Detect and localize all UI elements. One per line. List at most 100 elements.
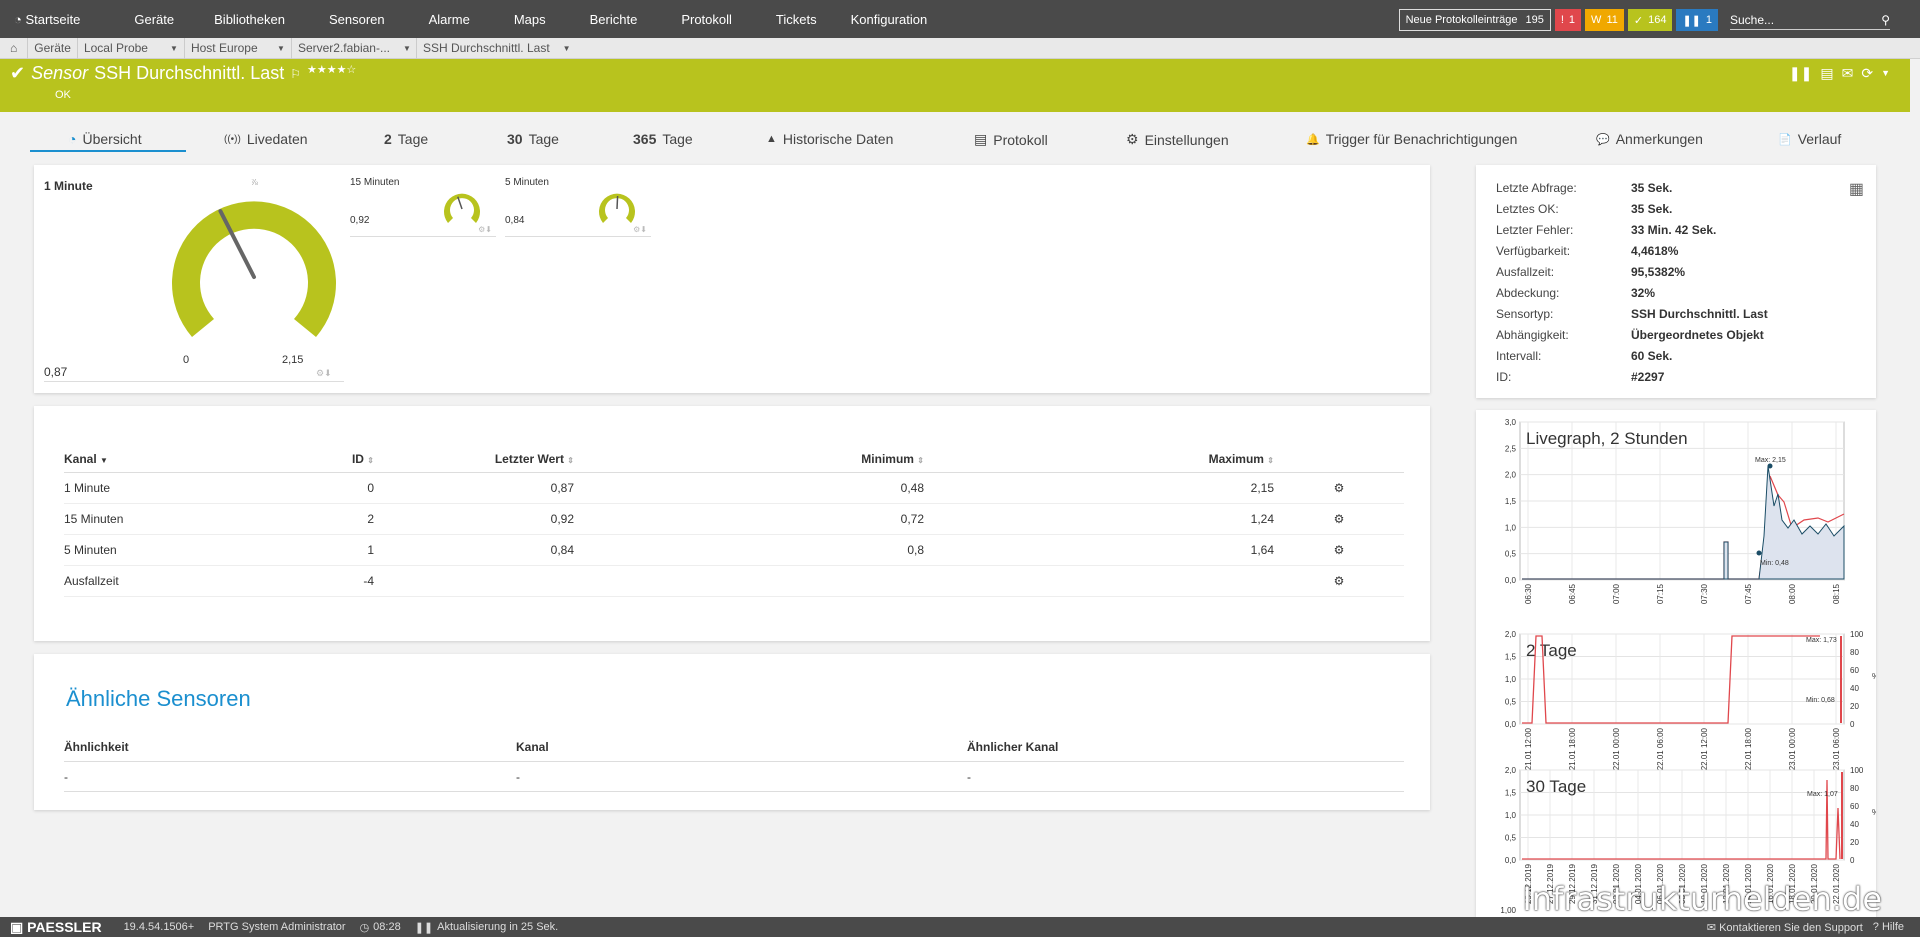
col-letzter-wert[interactable]: Letzter Wert ⇕: [374, 446, 574, 473]
info-key: Letzter Fehler:: [1496, 222, 1574, 237]
channel-settings-icon[interactable]: ⚙: [1274, 503, 1404, 535]
y-tick-label: 2,0: [1505, 471, 1517, 480]
table-cell: 0,87: [374, 472, 574, 504]
table-cell: 0,84: [374, 534, 574, 566]
table-row[interactable]: 5 Minuten 1 0,84 0,8 1,64 ⚙: [64, 534, 1404, 566]
mail-icon[interactable]: ✉: [1842, 65, 1854, 82]
col-maximum[interactable]: Maximum ⇕: [924, 446, 1274, 473]
alarm-badge-error[interactable]: ! 1: [1554, 9, 1582, 31]
breadcrumb-item-probe[interactable]: Local Probe ▼: [78, 37, 185, 59]
chevron-down-icon[interactable]: ▼: [403, 44, 411, 53]
help-link[interactable]: ? Hilfe: [1873, 921, 1904, 934]
user-name[interactable]: PRTG System Administrator: [208, 921, 345, 933]
tab-livedaten[interactable]: ((•)) Livedaten: [224, 131, 308, 147]
new-log-entries-button[interactable]: Neue Protokolleinträge 195: [1398, 9, 1551, 31]
home-icon[interactable]: ⌂: [0, 37, 29, 59]
tab-bar: ◔ Übersicht ((•)) Livedaten 2 Tage 30 Tage 3…: [30, 131, 1910, 153]
tab-30-tage[interactable]: 30 Tage: [507, 131, 559, 147]
breadcrumb-item-group[interactable]: Host Europe ▼: [185, 37, 292, 59]
gauge-5min: 5 Minuten 0,84 ⚙⬇: [505, 177, 651, 237]
alarm-badge-paused[interactable]: ❚❚ 1: [1676, 9, 1718, 31]
nav-sensoren[interactable]: Sensoren: [329, 12, 411, 27]
y2-tick-label: 40: [1850, 820, 1859, 829]
info-key: Abhängigkeit:: [1496, 327, 1569, 342]
gauge-main-tools-icon[interactable]: ⚙⬇: [316, 368, 332, 379]
priority-stars[interactable]: ★★★★☆: [307, 63, 356, 76]
footer: ▣ PAESSLER 19.4.54.1506+ PRTG System Adm…: [0, 917, 1920, 937]
flag-icon[interactable]: ⚐: [290, 67, 301, 81]
tab-uebersicht[interactable]: ◔ Übersicht: [30, 131, 186, 152]
tab-protokoll[interactable]: ▤ Protokoll: [974, 131, 1048, 148]
channel-settings-icon[interactable]: ⚙: [1274, 472, 1404, 504]
area-chart-icon: ▲: [766, 133, 777, 145]
breadcrumb-item-geraete[interactable]: Geräte: [28, 37, 78, 59]
nav-alarme[interactable]: Alarme: [429, 12, 496, 27]
col-id[interactable]: ID ⇕: [314, 446, 374, 473]
qr-code-icon[interactable]: ▦: [1849, 179, 1864, 199]
y-tick-label: 2,0: [1505, 630, 1517, 639]
tab-2-tage[interactable]: 2 Tage: [384, 131, 428, 147]
alarm-badge-ok[interactable]: ✓ 164: [1627, 9, 1673, 31]
support-link[interactable]: ✉ Kontaktieren Sie den Support: [1707, 921, 1863, 934]
top-right-tools: Neue Protokolleinträge 195 ! 1 W 11 ✓ 164 ❚❚…: [1398, 9, 1890, 31]
gauge-tools-icon[interactable]: ⚙⬇: [478, 225, 492, 234]
table-row[interactable]: Ausfallzeit -4 ⚙: [64, 565, 1404, 597]
nav-geraete[interactable]: Geräte: [134, 12, 200, 27]
table-cell: 0,92: [374, 503, 574, 535]
report-icon[interactable]: ▤: [1820, 65, 1833, 82]
live-signal-icon: ((•)): [224, 133, 241, 145]
table-row[interactable]: 15 Minuten 2 0,92 0,72 1,24 ⚙: [64, 503, 1404, 535]
channel-settings-icon[interactable]: ⚙: [1274, 534, 1404, 566]
x-tick-label: 07:45: [1744, 583, 1753, 604]
search-input[interactable]: Suche... ⚲: [1730, 11, 1890, 30]
info-row: Abdeckung: 32%: [1496, 284, 1856, 301]
breadcrumb-item-device[interactable]: Server2.fabian-... ▼: [292, 37, 417, 59]
max-label: Max: 2,15: [1755, 457, 1786, 464]
info-value: #2297: [1631, 369, 1665, 384]
max-label: Max: 1,73: [1806, 637, 1837, 644]
chevron-down-icon[interactable]: ▼: [563, 44, 571, 53]
info-row: Letzte Abfrage: 35 Sek.: [1496, 179, 1856, 196]
col-actions: [1274, 446, 1404, 473]
chevron-down-icon[interactable]: ▼: [277, 44, 285, 53]
nav-konfiguration[interactable]: Konfiguration: [851, 12, 954, 27]
info-value: 95,5382%: [1631, 264, 1686, 279]
search-icon[interactable]: ⚲: [1881, 13, 1890, 27]
y-tick-label: 0,5: [1505, 550, 1517, 559]
col-kanal[interactable]: Kanal ▼: [64, 446, 314, 473]
refresh-icon[interactable]: ⟳: [1861, 65, 1873, 82]
sensor-prefix: Sensor: [31, 63, 89, 83]
y2-tick-label: 100: [1850, 766, 1864, 775]
alarm-badge-warning[interactable]: W 11: [1585, 9, 1624, 31]
nav-tickets[interactable]: Tickets: [776, 12, 843, 27]
col-kanal: Kanal: [516, 740, 549, 754]
info-value: 4,4618%: [1631, 243, 1679, 258]
gauge-tools-icon[interactable]: ⚙⬇: [633, 225, 647, 234]
sensor-info-panel: ▦ Letzte Abfrage: 35 Sek. Letztes OK: 35 Se…: [1476, 165, 1876, 398]
nav-bibliotheken[interactable]: Bibliotheken: [214, 12, 311, 27]
y-tick-label: 1,00: [1500, 906, 1516, 915]
nav-berichte[interactable]: Berichte: [590, 12, 664, 27]
tab-trigger[interactable]: 🔔 Trigger für Benachrichtigungen: [1306, 131, 1517, 147]
table-cell: 1,24: [924, 503, 1274, 535]
chevron-down-icon[interactable]: ▼: [170, 44, 178, 53]
channel-table-panel: Kanal ▼ ID ⇕ Letzter Wert ⇕ Minimum ⇕ Ma…: [34, 406, 1430, 641]
clock-icon: ◷: [359, 921, 370, 934]
info-key: Ausfallzeit:: [1496, 264, 1555, 279]
pause-icon[interactable]: ❚❚: [415, 921, 433, 934]
chevron-down-icon[interactable]: ▼: [1881, 68, 1890, 82]
channel-settings-icon[interactable]: ⚙: [1274, 565, 1404, 597]
nav-maps[interactable]: Maps: [514, 12, 572, 27]
breadcrumb-item-sensor[interactable]: SSH Durchschnittl. Last ▼: [417, 38, 577, 59]
tab-verlauf[interactable]: 📄 Verlauf: [1778, 131, 1841, 147]
pause-icon[interactable]: ❚❚: [1789, 65, 1812, 82]
tab-einstellungen[interactable]: ⚙ Einstellungen: [1126, 131, 1229, 148]
col-minimum[interactable]: Minimum ⇕: [574, 446, 924, 473]
tab-historische-daten[interactable]: ▲ Historische Daten: [766, 131, 893, 147]
nav-protokoll[interactable]: Protokoll: [681, 12, 758, 27]
tab-anmerkungen[interactable]: 💬 Anmerkungen: [1596, 131, 1703, 147]
y-tick-label: 0,5: [1505, 698, 1517, 707]
nav-startseite[interactable]: ◔ Startseite: [0, 12, 106, 27]
table-row[interactable]: 1 Minute 0 0,87 0,48 2,15 ⚙: [64, 472, 1404, 504]
tab-365-tage[interactable]: 365 Tage: [633, 131, 693, 147]
